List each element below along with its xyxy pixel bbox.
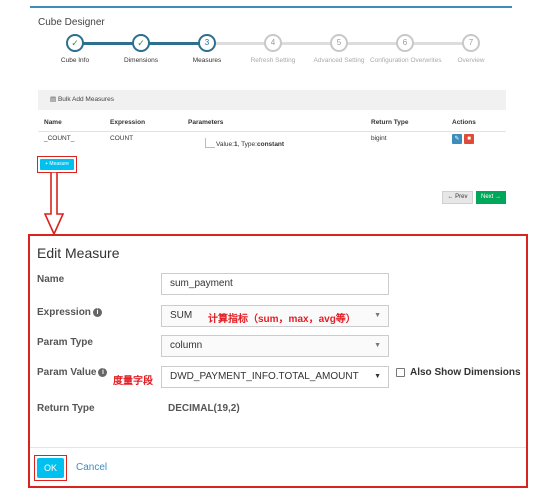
prev-button[interactable]: ← Prev — [442, 191, 473, 204]
step-label: Measures — [192, 57, 222, 64]
cell-expression: COUNT — [110, 135, 134, 142]
expression-label: Expression i — [37, 307, 102, 318]
tree-connector — [205, 138, 215, 148]
table-header: Name Expression Parameters Return Type A… — [38, 116, 506, 132]
designer-title: Cube Designer — [38, 17, 105, 28]
measures-toolbar: ▤ Bulk Add Measures — [38, 90, 506, 110]
cell-return-type: bigint — [371, 135, 387, 142]
wizard-step-measures[interactable]: 3 Measures — [172, 34, 242, 64]
param-type-select[interactable]: column ▼ — [161, 335, 389, 357]
caret-down-icon: ▼ — [374, 312, 381, 319]
step-number: 4 — [264, 34, 282, 52]
table-row: _COUNT_ COUNT Value:1, Type:constant big… — [38, 132, 506, 154]
measure-name-input[interactable]: sum_payment — [161, 273, 389, 295]
wizard-steps: ✓ Cube Info ✓ Dimensions 3 Measures 4 Re… — [40, 34, 502, 74]
edit-measure-dialog: Edit Measure Name sum_payment Expression… — [28, 234, 528, 488]
also-show-dimensions-label: Also Show Dimensions — [410, 367, 521, 378]
param-type-label: Param Type — [37, 337, 93, 348]
check-icon: ✓ — [132, 34, 150, 52]
info-icon: i — [92, 308, 102, 317]
caret-down-icon: ▼ — [374, 373, 381, 380]
bulk-add-measures-button[interactable]: ▤ Bulk Add Measures — [50, 95, 114, 103]
wizard-step-dimensions[interactable]: ✓ Dimensions — [106, 34, 176, 64]
step-label: Configuration Overwrites — [370, 57, 442, 64]
trash-icon[interactable]: ■ — [464, 134, 474, 144]
param-value-annotation: 度量字段 — [113, 376, 153, 387]
cell-name: _COUNT_ — [44, 135, 75, 142]
return-type-label: Return Type — [37, 403, 95, 414]
list-icon: ▤ — [50, 96, 58, 103]
expression-annotation: 计算指标（sum，max，avg等） — [208, 314, 356, 325]
wizard-step-refresh-setting[interactable]: 4 Refresh Setting — [238, 34, 308, 64]
add-measure-button[interactable]: + Measure — [40, 159, 74, 170]
cube-designer-panel: Cube Designer ✓ Cube Info ✓ Dimensions 3… — [30, 6, 512, 211]
cancel-button[interactable]: Cancel — [76, 462, 107, 473]
param-value-select[interactable]: DWD_PAYMENT_INFO.TOTAL_AMOUNT ▼ — [161, 366, 389, 388]
step-label: Dimensions — [124, 57, 158, 64]
also-show-dimensions-checkbox[interactable] — [396, 368, 405, 377]
down-arrow-icon — [44, 172, 64, 236]
col-name: Name — [44, 119, 62, 126]
param-value-label: Param Value i — [37, 367, 108, 378]
pencil-icon[interactable]: ✎ — [452, 134, 462, 144]
col-actions: Actions — [452, 119, 476, 126]
info-icon: i — [98, 368, 108, 377]
ok-button[interactable]: OK — [37, 458, 64, 478]
check-icon: ✓ — [66, 34, 84, 52]
col-parameters: Parameters — [188, 119, 224, 126]
step-number: 5 — [330, 34, 348, 52]
cell-parameters: Value:1, Type:constant — [216, 141, 285, 148]
dialog-title: Edit Measure — [37, 245, 120, 261]
return-type-value: DECIMAL(19,2) — [168, 403, 240, 414]
name-label: Name — [37, 274, 65, 285]
step-label: Cube Info — [60, 57, 90, 64]
wizard-step-overview[interactable]: 7 Overview — [436, 34, 506, 64]
step-label: Overview — [457, 57, 485, 64]
next-button[interactable]: Next → — [476, 191, 506, 204]
step-number: 6 — [396, 34, 414, 52]
col-expression: Expression — [110, 119, 146, 126]
step-number: 7 — [462, 34, 480, 52]
wizard-step-cube-info[interactable]: ✓ Cube Info — [40, 34, 110, 64]
wizard-step-configuration-overwrites[interactable]: 6 Configuration Overwrites — [370, 34, 442, 64]
dialog-footer-divider — [30, 447, 526, 448]
caret-down-icon: ▼ — [374, 342, 381, 349]
col-return-type: Return Type — [371, 119, 409, 126]
step-label: Advanced Setting — [313, 57, 365, 64]
measures-table: Name Expression Parameters Return Type A… — [38, 116, 506, 154]
step-number: 3 — [198, 34, 216, 52]
wizard-step-advanced-setting[interactable]: 5 Advanced Setting — [304, 34, 374, 64]
step-label: Refresh Setting — [250, 57, 296, 64]
